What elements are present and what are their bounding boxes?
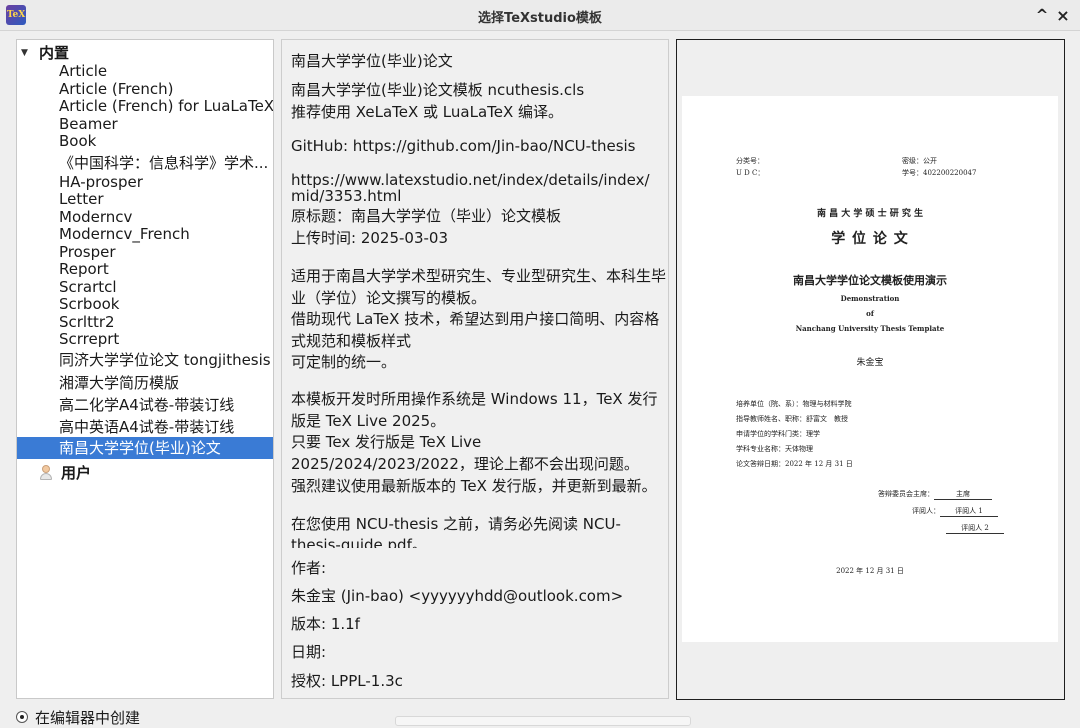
tree-item[interactable]: Scrartcl (17, 278, 273, 296)
description-line: 强烈建议使用最新版本的 TeX 发行版，并更新到最新。 (291, 477, 657, 495)
preview-reviewer-1: 评阅人： 评阅人 1 (912, 506, 998, 517)
preview-thesis-title: 南昌大学学位论文模板使用演示 (793, 274, 947, 287)
close-icon: × (1056, 5, 1070, 25)
preview-student-id: 学号：402200220047 (902, 169, 977, 177)
description-line: 适用于南昌大学学术型研究生、专业型研究生、本科生毕 (291, 267, 667, 285)
description-line: 可定制的统一。 (291, 353, 397, 371)
tree-item[interactable]: 《中国科学：信息科学》学术... (17, 154, 273, 172)
description-line: 推荐使用 XeLaTeX 或 LuaLaTeX 编译。 (291, 103, 564, 121)
description-line: mid/3353.html (291, 187, 402, 205)
description-text-area[interactable]: 南昌大学学位(毕业)论文 南昌大学学位(毕业)论文模板 ncuthesis.cl… (282, 40, 668, 548)
description-line: 上传时间: 2025-03-03 (291, 229, 448, 247)
preview-info-line: 指导教师姓名、职称：舒富文 教授 (736, 415, 848, 423)
preview-en-title-2: of (866, 309, 874, 318)
tree-item[interactable]: Letter (17, 190, 273, 208)
tree-category-user[interactable]: 用户 (17, 462, 273, 484)
window-title: 选择TeXstudio模板 (478, 11, 602, 26)
description-line: 南昌大学学位(毕业)论文模板 ncuthesis.cls (291, 81, 585, 99)
tree-category-label: 用户 (61, 464, 92, 482)
author-label: 作者: (291, 559, 327, 577)
tree-item[interactable]: Scrlttr2 (17, 313, 273, 331)
tree-item[interactable]: Report (17, 260, 273, 278)
description-line: 南昌大学学位(毕业)论文 (291, 52, 453, 70)
radio-label: 在编辑器中创建 (35, 709, 141, 727)
preview-en-title-1: Demonstration (840, 294, 900, 303)
license-value: 授权: LPPL-1.3c (291, 672, 403, 690)
description-line: 借助现代 LaTeX 技术，希望达到用户接口简明、内容格 (291, 310, 660, 328)
tree-category-label: 内置 (39, 44, 70, 62)
description-line: 在您使用 NCU-thesis 之前，请务必先阅读 NCU- (291, 515, 621, 533)
tree-item[interactable]: HA-prosper (17, 173, 273, 191)
description-line: thesis-guide.pdf。 (291, 536, 427, 548)
description-line: 版是 TeX Live 2025。 (291, 412, 446, 430)
chevron-up-icon: ^ (1035, 6, 1049, 24)
template-tree[interactable]: ▼ 内置 Article Article (French) Article (F… (16, 39, 274, 699)
description-line: 只要 Tex 发行版是 TeX Live (291, 433, 482, 451)
preview-info-line: 论文答辩日期：2022 年 12 月 31 日 (736, 460, 853, 468)
description-line: 业（学位）论文撰写的模板。 (291, 289, 487, 307)
tree-item[interactable]: Moderncv (17, 208, 273, 226)
template-description-panel: 南昌大学学位(毕业)论文 南昌大学学位(毕业)论文模板 ncuthesis.cl… (281, 39, 669, 699)
expand-arrow-icon[interactable]: ▼ (21, 42, 28, 64)
preview-reviewer-2: 评阅人 2 (946, 523, 1004, 534)
preview-info-line: 学科专业名称：天体物理 (736, 445, 813, 453)
preview-author: 朱金宝 (856, 358, 884, 368)
tree-item[interactable]: Moderncv_French (17, 225, 273, 243)
tree-item[interactable]: 同济大学学位论文 tongjithesis (17, 351, 273, 369)
tree-item[interactable]: Article (French) (17, 80, 273, 98)
preview-page: 分类号： U D C： 密级：公开 学号：402200220047 南 昌 大 … (682, 96, 1058, 642)
tree-item[interactable]: Scrbook (17, 295, 273, 313)
date-label: 日期: (291, 643, 327, 661)
tree-item[interactable]: Scrreprt (17, 330, 273, 348)
tree-item[interactable]: Article (17, 62, 273, 80)
preview-class-label: 分类号： (736, 157, 764, 165)
description-line: 本模板开发时所用操作系统是 Windows 11，TeX 发行 (291, 390, 658, 408)
preview-committee-chair: 答辩委员会主席： 主席 (878, 489, 992, 500)
author-value: 朱金宝 (Jin-bao) <yyyyyyhdd@outlook.com> (291, 587, 624, 605)
preview-info-line: 培养单位（院、系）：物理与材料学院 (736, 400, 852, 408)
bottom-field[interactable] (395, 716, 691, 726)
preview-university-line: 南 昌 大 学 硕 士 研 究 生 (816, 209, 924, 219)
preview-date: 2022 年 12 月 31 日 (836, 567, 904, 575)
tree-item[interactable]: Book (17, 132, 273, 150)
tree-item[interactable]: 高二化学A4试卷-带装订线 (17, 396, 273, 414)
description-line: 原标题：南昌大学学位（毕业）论文模板 (291, 207, 562, 225)
tree-item[interactable]: Article (French) for LuaLaTeX (17, 97, 273, 115)
preview-secret: 密级：公开 (902, 157, 937, 165)
description-line: 式规范和模板样式 (291, 332, 412, 350)
template-preview: 分类号： U D C： 密级：公开 学号：402200220047 南 昌 大 … (676, 39, 1065, 700)
preview-degree-title: 学 位 论 文 (831, 231, 909, 247)
user-icon (39, 465, 53, 481)
preview-en-title-3: Nanchang University Thesis Template (795, 324, 945, 333)
radio-button[interactable] (16, 711, 28, 723)
title-bar: TeX 选择TeXstudio模板 ^ × (0, 0, 1080, 31)
close-button[interactable]: × (1053, 5, 1073, 25)
tree-item[interactable]: 高中英语A4试卷-带装订线 (17, 418, 273, 436)
preview-udc-label: U D C： (736, 169, 765, 177)
minimize-button[interactable]: ^ (1032, 5, 1052, 25)
tree-item[interactable]: Beamer (17, 115, 273, 133)
tree-item[interactable]: Prosper (17, 243, 273, 261)
tree-item-selected[interactable]: 南昌大学学位(毕业)论文 (17, 437, 273, 459)
version-value: 版本: 1.1f (291, 615, 360, 633)
tree-item[interactable]: 湘潭大学简历模版 (17, 374, 273, 392)
description-line: 2025/2024/2023/2022，理论上都不会出现问题。 (291, 455, 639, 473)
description-line: GitHub: https://github.com/Jin-bao/NCU-t… (291, 137, 636, 155)
preview-info-line: 申请学位的学科门类：理学 (736, 430, 820, 438)
